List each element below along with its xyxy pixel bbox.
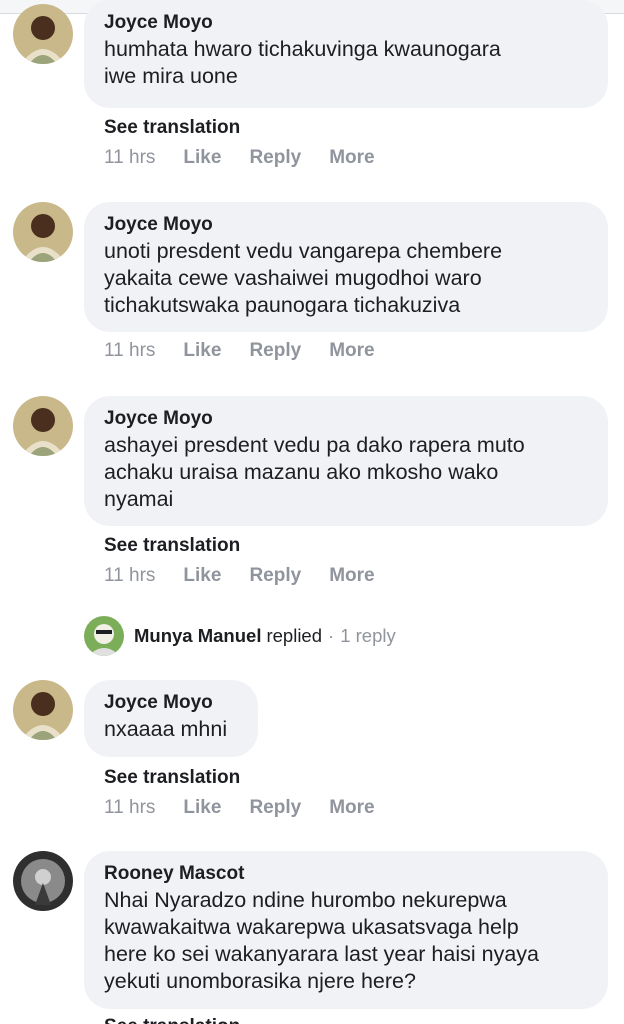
comment-bubble: Joyce Moyo nxaaaa mhni [84, 680, 258, 757]
comment-text: unoti presdent vedu vangarepa chembere [104, 239, 503, 263]
comment-text: Nhai Nyaradzo ndine hurombo nekurepwa [104, 888, 507, 912]
comment-text: here ko sei wakanyarara last year haisi … [104, 942, 539, 966]
separator-dot: · [328, 625, 335, 646]
comment-text: iwe mira uone [104, 64, 238, 88]
like-button[interactable]: Like [183, 340, 221, 362]
comment-bubble: Joyce Moyo unoti presdent vedu vangarepa… [84, 202, 608, 332]
comment-timestamp[interactable]: 11 hrs [104, 797, 155, 819]
comment-text: nxaaaa mhni [104, 717, 228, 741]
comment-text: yekuti unomborasika njere here? [104, 969, 416, 993]
comment-meta: 11 hrs Like Reply More [104, 565, 403, 587]
like-button[interactable]: Like [183, 147, 221, 169]
like-button[interactable]: Like [183, 565, 221, 587]
comment-text: achaku uraisa mazanu ako mkosho wako [104, 460, 499, 484]
comment-text: kwawakaitwa wakarepwa ukasatsvaga help [104, 915, 519, 939]
comment-meta: 11 hrs Like Reply More [104, 147, 403, 169]
replier-avatar[interactable] [84, 616, 124, 656]
comment-meta: 11 hrs Like Reply More [104, 340, 403, 362]
comment-author[interactable]: Joyce Moyo [104, 212, 586, 238]
reply-button[interactable]: Reply [249, 565, 301, 587]
reply-button[interactable]: Reply [249, 147, 301, 169]
comment-text: ashayei presdent vedu pa dako rapera mut… [104, 433, 525, 457]
comment-author[interactable]: Rooney Mascot [104, 861, 586, 887]
reply-button[interactable]: Reply [249, 340, 301, 362]
avatar[interactable] [13, 851, 73, 911]
replies-summary[interactable]: Munya Manuel replied · 1 reply [84, 616, 396, 656]
comment-timestamp[interactable]: 11 hrs [104, 147, 155, 169]
comment-bubble: Joyce Moyo ashayei presdent vedu pa dako… [84, 396, 608, 526]
see-translation-link[interactable]: See translation [104, 767, 240, 789]
avatar[interactable] [13, 4, 73, 64]
comment-bubble: Joyce Moyo humhata hwaro tichakuvinga kw… [84, 0, 608, 108]
avatar[interactable] [13, 202, 73, 262]
more-button[interactable]: More [329, 147, 374, 169]
reply-count[interactable]: 1 reply [340, 625, 396, 647]
see-translation-link[interactable]: See translation [104, 535, 240, 557]
comment-text: nyamai [104, 487, 174, 511]
more-button[interactable]: More [329, 340, 374, 362]
see-translation-link[interactable]: See translation [104, 1016, 240, 1024]
comment-bubble: Rooney Mascot Nhai Nyaradzo ndine huromb… [84, 851, 608, 1009]
comment-timestamp[interactable]: 11 hrs [104, 340, 155, 362]
comment-text: yakaita cewe vashaiwei mugodhoi waro [104, 266, 482, 290]
more-button[interactable]: More [329, 565, 374, 587]
more-button[interactable]: More [329, 797, 374, 819]
replier-name[interactable]: Munya Manuel [134, 625, 261, 647]
comment-timestamp[interactable]: 11 hrs [104, 565, 155, 587]
avatar[interactable] [13, 680, 73, 740]
comment-text: humhata hwaro tichakuvinga kwaunogara [104, 37, 501, 61]
reply-button[interactable]: Reply [249, 797, 301, 819]
comment-author[interactable]: Joyce Moyo [104, 690, 236, 716]
comment-meta: 11 hrs Like Reply More [104, 797, 403, 819]
comment-text: tichakutswaka paunogara tichakuziva [104, 293, 461, 317]
avatar[interactable] [13, 396, 73, 456]
see-translation-link[interactable]: See translation [104, 117, 240, 139]
replied-label: replied [266, 625, 323, 646]
comment-author[interactable]: Joyce Moyo [104, 406, 586, 432]
comment-author[interactable]: Joyce Moyo [104, 10, 586, 36]
like-button[interactable]: Like [183, 797, 221, 819]
